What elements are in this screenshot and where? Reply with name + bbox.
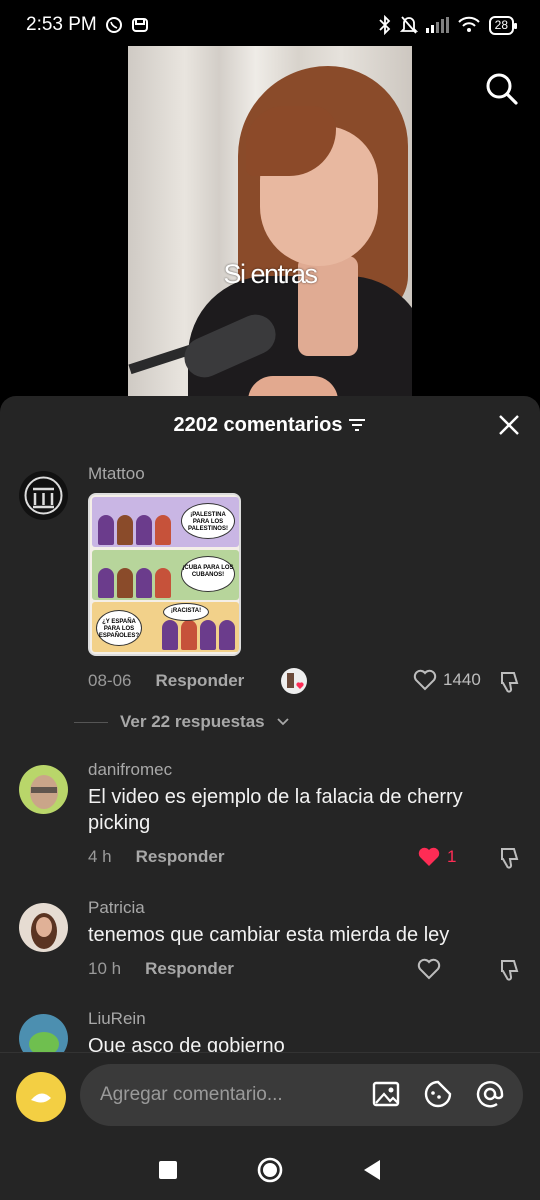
comment-item: LiuRein Que asco de gobierno — [0, 1000, 540, 1052]
comment-username[interactable]: danifromec — [88, 760, 172, 780]
comic-bubble: ¡RACISTA! — [163, 603, 209, 621]
comment-input[interactable]: Agregar comentario... — [80, 1064, 523, 1126]
tiktok-icon — [131, 18, 148, 32]
comic-bubble: ¡CUBA PARA LOS CUBANOS! — [181, 556, 235, 592]
comment-text: El video es ejemplo de la falacia de che… — [88, 786, 463, 834]
dislike-icon[interactable] — [496, 957, 522, 983]
chevron-down-icon — [276, 718, 289, 726]
battery-icon: 28 — [488, 15, 518, 35]
like-icon[interactable] — [413, 669, 437, 691]
whatsapp-icon — [105, 17, 122, 33]
comment-date: 4 h — [88, 847, 112, 866]
comments-header: 2202 comentarios — [0, 396, 540, 456]
wifi-icon — [457, 16, 480, 32]
image-icon[interactable] — [371, 1079, 401, 1109]
comments-count-title: 2202 comentarios — [173, 413, 343, 436]
like-count: 1 — [447, 847, 457, 866]
mention-icon[interactable] — [475, 1079, 505, 1109]
bluetooth-icon — [379, 15, 390, 35]
view-replies-label: Ver 22 respuestas — [120, 712, 265, 731]
mute-icon — [399, 16, 418, 34]
comment-date: 10 h — [88, 959, 122, 978]
comment-username[interactable]: Patricia — [88, 898, 145, 918]
avatar[interactable] — [19, 471, 68, 520]
comment-username[interactable]: LiuRein — [88, 1009, 146, 1029]
like-count: 1440 — [443, 670, 481, 689]
video-player[interactable]: Si entras — [128, 46, 412, 396]
sticker-icon[interactable] — [423, 1079, 453, 1109]
like-icon-filled[interactable] — [417, 846, 441, 868]
system-nav-bar — [0, 1140, 540, 1200]
dislike-icon[interactable] — [496, 845, 522, 871]
recents-button[interactable] — [158, 1160, 178, 1180]
status-time: 2:53 PM — [26, 14, 97, 35]
comic-bubble: ¿Y ESPAÑA PARA LOS ESPAÑOLES? — [96, 610, 142, 646]
comment-text: Que asco de gobierno — [88, 1035, 285, 1052]
avatar[interactable] — [19, 765, 68, 814]
sort-icon[interactable] — [348, 417, 366, 433]
comment-username[interactable]: Mtattoo — [88, 464, 145, 484]
comment-input-placeholder: Agregar comentario... — [100, 1084, 283, 1105]
search-icon[interactable] — [485, 72, 519, 106]
reply-button[interactable]: Responder — [136, 847, 225, 867]
comic-bubble: ¡PALESTINA PARA LOS PALESTINOS! — [181, 503, 235, 539]
reply-button[interactable]: Responder — [145, 959, 234, 979]
avatar[interactable] — [19, 903, 68, 952]
avatar[interactable] — [19, 1014, 68, 1052]
close-icon[interactable] — [498, 414, 520, 436]
view-replies-button[interactable]: Ver 22 respuestas — [74, 712, 289, 732]
video-caption: Si entras — [223, 259, 318, 289]
home-button[interactable] — [257, 1157, 283, 1183]
comment-date: 08-06 — [88, 671, 132, 690]
creator-liked-badge — [281, 668, 307, 694]
like-icon[interactable] — [417, 958, 441, 980]
reply-button[interactable]: Responder — [155, 671, 244, 691]
comment-image[interactable]: ¡PALESTINA PARA LOS PALESTINOS! ¡CUBA PA… — [88, 493, 241, 656]
comment-text: tenemos que cambiar esta mierda de ley — [88, 924, 450, 946]
my-avatar[interactable] — [16, 1072, 66, 1122]
dislike-icon[interactable] — [496, 669, 522, 695]
comment-input-bar: Agregar comentario... — [0, 1052, 540, 1140]
signal-icon — [425, 17, 449, 33]
status-bar: 2:53 PM 28 — [0, 0, 540, 50]
back-button[interactable] — [362, 1159, 382, 1181]
